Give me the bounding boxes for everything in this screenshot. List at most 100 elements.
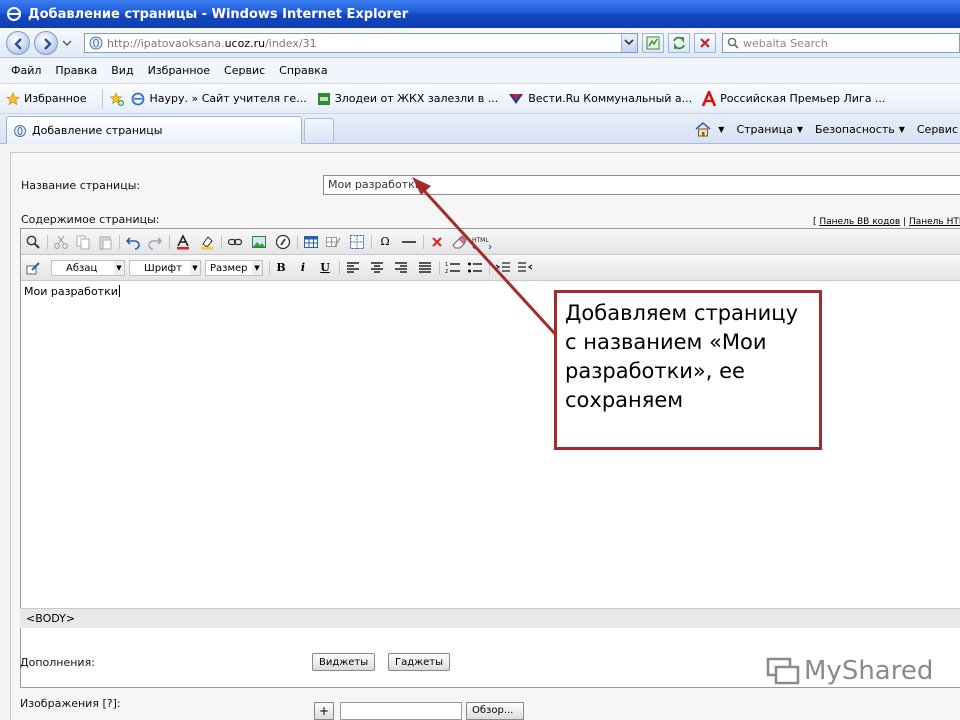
refresh-button[interactable] [668,33,690,53]
underline-icon[interactable]: U [317,260,333,276]
search-box[interactable]: webalta Search [722,33,960,53]
menu-edit[interactable]: Правка [48,64,104,77]
editor-path-bar: <BODY> [20,608,960,628]
internet-explorer-icon [7,7,21,21]
home-dropdown-icon[interactable]: ▼ [718,125,724,134]
favorite-link-4-label: Российская Премьер Лига ... [720,92,886,105]
refresh-icon [673,36,685,50]
tab-label: Добавление страницы [32,124,163,137]
compatibility-button[interactable] [642,33,664,53]
cut-icon[interactable] [53,234,69,250]
editor-toolbar-1: Ω HTML [21,229,960,255]
url-prefix: http://ipatovaoksana. [107,36,225,50]
favorite-link-1[interactable]: Науру. » Сайт учителя ге... [131,92,307,106]
toolbar-divider [169,235,170,249]
widgets-button[interactable]: Виджеты [312,653,376,671]
horizontal-rule-icon[interactable] [401,234,417,250]
toolbar-divider [423,235,424,249]
browse-button[interactable]: Обзор... [466,702,524,720]
align-right-icon[interactable] [393,260,409,276]
favorite-link-3-label: Вести.Ru Коммунальный а... [528,92,693,105]
align-justify-icon[interactable] [417,260,433,276]
tools-menu[interactable]: Сервис [917,123,958,136]
copy-icon[interactable] [75,234,91,250]
indent-icon[interactable] [495,260,511,276]
chevron-down-icon: ▼ [190,261,200,275]
italic-icon[interactable]: i [295,260,311,276]
path-tag[interactable]: <BODY> [26,612,75,625]
favorites-button[interactable]: Избранное [6,91,86,106]
paste-icon[interactable] [97,234,113,250]
watermark-text: MyShared [804,656,934,686]
page-menu[interactable]: Страница ▼ [736,123,803,136]
table-icon[interactable] [303,234,319,250]
menu-file[interactable]: Файл [4,64,48,77]
editor-content[interactable]: Мои разработки [24,285,120,298]
chevron-down-icon: ▼ [114,261,124,275]
letter-a-logo-icon [702,90,717,107]
background-color-icon[interactable] [199,234,215,250]
table-properties-icon[interactable] [325,234,341,250]
home-icon[interactable] [694,121,712,137]
menu-view[interactable]: Вид [104,64,140,77]
tab-add-page[interactable]: Добавление страницы [6,116,302,144]
back-button[interactable] [6,31,30,55]
bullet-list-icon[interactable] [467,260,483,276]
favorite-link-4[interactable]: Российская Премьер Лига ... [702,90,886,107]
favorite-link-3[interactable]: Вести.Ru Коммунальный а... [508,92,692,106]
show-borders-icon[interactable] [349,234,365,250]
editor-toolbar-2: Абзац ▼ Шрифт ▼ Размер ▼ B i U 12 [21,255,960,281]
navigation-bar: http://ipatovaoksana. ucoz.ru/index/31 we… [0,28,960,58]
image-icon[interactable] [251,234,267,250]
bold-icon[interactable]: B [273,260,289,276]
undo-icon[interactable] [125,234,141,250]
stop-button[interactable] [694,33,716,53]
star-icon [6,91,20,105]
align-center-icon[interactable] [369,260,385,276]
favorites-divider [102,88,104,109]
edit-style-icon[interactable] [25,260,41,276]
text-color-icon[interactable] [175,234,191,250]
search-placeholder: webalta Search [743,36,828,50]
svg-text:1: 1 [445,262,448,268]
add-image-button[interactable]: + [314,702,334,720]
paragraph-select-value: Абзац [66,262,98,274]
forward-button[interactable] [34,31,58,55]
toolbar-divider [439,261,440,275]
html-panel-link[interactable]: Панель HTML к [909,217,960,227]
safety-menu[interactable]: Безопасность ▼ [815,123,905,136]
search-icon [727,37,739,49]
add-favorites-icon[interactable] [109,91,125,107]
watermark: MyShared [766,656,933,686]
outdent-icon[interactable] [517,260,533,276]
numbered-list-icon[interactable]: 12 [445,260,461,276]
menu-tools[interactable]: Сервис [217,64,272,77]
address-bar[interactable]: http://ipatovaoksana. ucoz.ru/index/31 [84,33,638,53]
flash-icon[interactable] [275,234,291,250]
new-tab-button[interactable] [304,118,334,142]
page-name-input[interactable]: Мои разработки [323,175,960,195]
menu-favorites[interactable]: Избранное [141,64,217,77]
font-select[interactable]: Шрифт ▼ [129,260,201,276]
paragraph-select[interactable]: Абзац ▼ [51,260,125,276]
html-source-icon[interactable]: HTML [471,234,493,250]
menu-help[interactable]: Справка [272,64,334,77]
preview-icon[interactable] [25,234,41,250]
link-icon[interactable] [227,234,243,250]
chevron-down-icon [624,39,634,46]
image-file-input[interactable] [340,702,462,720]
redo-icon[interactable] [147,234,163,250]
eraser-icon[interactable] [451,234,467,250]
address-dropdown-button[interactable] [621,34,637,52]
gadgets-button[interactable]: Гаджеты [388,653,451,671]
align-left-icon[interactable] [345,260,361,276]
toolbar-divider [339,261,340,275]
bb-panel-link[interactable]: Панель BB кодов [819,217,900,227]
history-dropdown-icon[interactable] [62,38,72,48]
special-char-icon[interactable]: Ω [377,234,393,250]
url-path: /index/31 [265,36,317,50]
favorite-link-2[interactable]: Злодеи от ЖКХ залезли в ... [317,92,498,106]
size-select[interactable]: Размер ▼ [205,260,263,276]
delete-icon[interactable] [429,234,445,250]
window-title-bar: Добавление страницы - Windows Internet E… [0,0,960,28]
